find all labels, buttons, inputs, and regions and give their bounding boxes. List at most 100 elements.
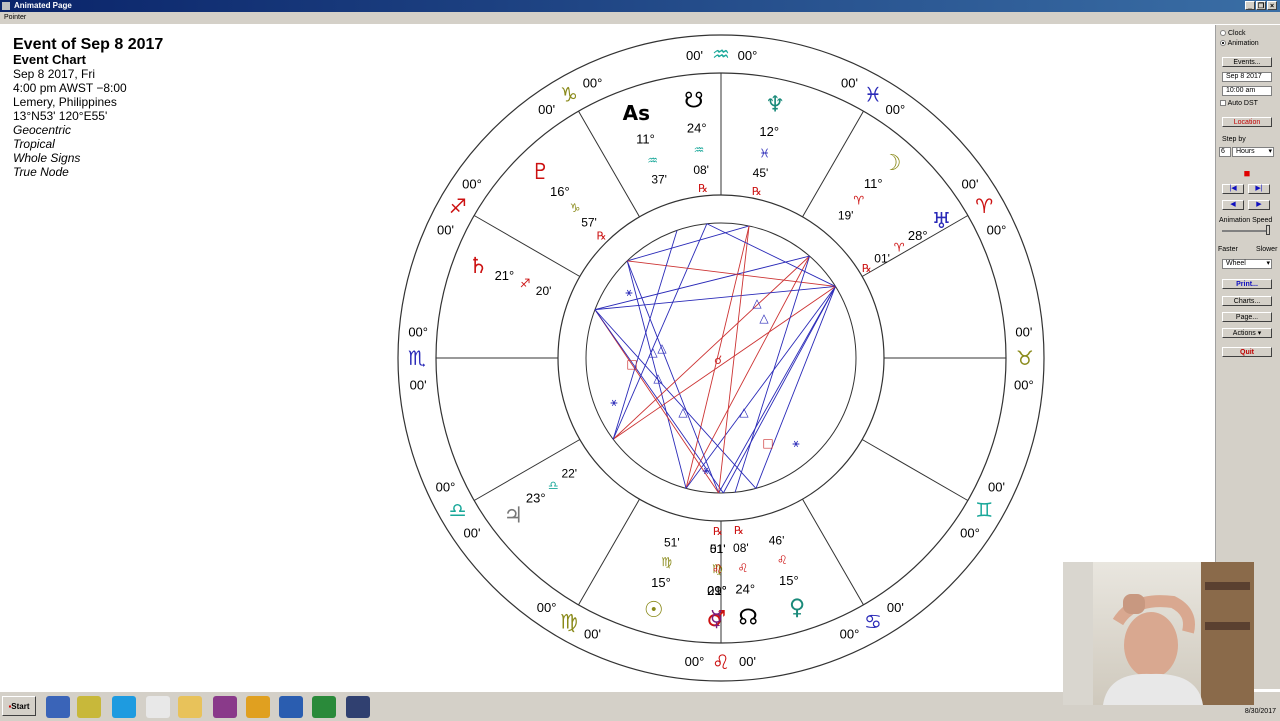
moon-sign: ♈ — [853, 194, 864, 208]
location-button[interactable]: Location — [1222, 117, 1272, 127]
charts-button[interactable]: Charts... — [1222, 296, 1272, 306]
stop-icon[interactable]: ■ — [1236, 169, 1258, 180]
aries-sign: ♈ — [975, 194, 993, 218]
speed-slider-thumb[interactable] — [1266, 225, 1270, 235]
sun-minute: 51' — [664, 536, 680, 550]
save-icon[interactable] — [346, 696, 370, 718]
taurus-sign: ♉ — [1016, 346, 1034, 370]
start-button[interactable]: ▪Start — [2, 696, 36, 716]
saturn-degree: 21° — [495, 268, 515, 283]
webcam-image — [1063, 562, 1254, 705]
folder-icon[interactable] — [178, 696, 202, 718]
close-button[interactable]: × — [1267, 1, 1277, 10]
auto-dst-box[interactable] — [1220, 100, 1226, 107]
faster-label: Faster — [1218, 246, 1238, 253]
cusp-degree-label: 00° — [840, 627, 860, 642]
moon-degree: 11° — [864, 176, 883, 191]
sun-icon: ☉ — [644, 598, 664, 623]
mercury-icon: ☿ — [710, 607, 724, 632]
neptune-degree: 12° — [759, 124, 779, 139]
clock-radio[interactable]: Clock — [1220, 30, 1245, 37]
step-unit-value: Hours — [1236, 148, 1255, 155]
animation-radio[interactable]: Animation — [1220, 40, 1259, 47]
gemini-sign: ♊ — [975, 498, 993, 522]
chevron-down-icon: ▾ — [1266, 260, 1270, 267]
cusp-minute-label: 00' — [988, 479, 1005, 494]
cusp-minute-label: 00' — [437, 223, 454, 238]
mercury-minute: 01' — [710, 542, 726, 556]
clock-radio-dot[interactable] — [1220, 30, 1226, 37]
network-icon[interactable] — [46, 696, 70, 718]
date-field[interactable]: Sep 8 2017 — [1222, 72, 1272, 82]
north-node-retrograde: ℞ — [734, 524, 744, 537]
animation-radio-dot[interactable] — [1220, 40, 1226, 47]
astrology-app-icon[interactable] — [77, 696, 101, 718]
cusp-minute-label: 00' — [464, 525, 481, 540]
view-mode-value: Wheel — [1226, 260, 1246, 267]
cusp-degree-label: 00° — [886, 102, 906, 117]
jupiter-minute: 22' — [561, 466, 577, 480]
events-button[interactable]: Events... — [1222, 57, 1272, 67]
chart-info: Event of Sep 8 2017 Event Chart Sep 8 20… — [13, 36, 163, 179]
time-field[interactable]: 10:00 am — [1222, 86, 1272, 96]
chart-title: Event of Sep 8 2017 — [13, 36, 164, 53]
uranus-sign: ♈ — [894, 241, 905, 255]
excel-icon[interactable] — [312, 696, 336, 718]
pluto-degree: 16° — [550, 184, 570, 199]
app-icon-6[interactable] — [146, 696, 170, 718]
cusp-degree-label: 00° — [960, 525, 980, 540]
speed-slider-track[interactable] — [1222, 230, 1270, 232]
ascendant-degree: 11° — [636, 132, 655, 147]
auto-dst-checkbox[interactable]: Auto DST — [1220, 100, 1258, 107]
saturn-icon: ♄ — [468, 254, 488, 279]
north-node-degree: 24° — [735, 582, 755, 597]
aspect-glyph: △ — [657, 341, 667, 355]
restore-button[interactable]: ❐ — [1256, 1, 1266, 10]
mercury-sign: ♌ — [712, 562, 723, 576]
play-back-button[interactable]: ◀ — [1222, 200, 1244, 210]
chart-date: Sep 8 2017, Fri — [13, 67, 96, 81]
tray-date: 8/30/2017 — [1244, 708, 1276, 715]
south-node-minute: 08' — [693, 163, 709, 177]
skype-icon[interactable] — [112, 696, 136, 718]
paint-icon[interactable] — [213, 696, 237, 718]
step-unit-select[interactable]: Hours ▾ — [1232, 147, 1274, 157]
ascendant-minute: 37' — [651, 172, 667, 186]
pluto-sign: ♑ — [570, 201, 581, 215]
animation-speed-label: Animation Speed — [1219, 217, 1273, 224]
aspect-glyph: △ — [653, 371, 663, 385]
house-cusp-line — [578, 498, 640, 606]
cusp-degree-label: 00° — [1014, 377, 1034, 392]
south-node-retrograde: ℞ — [698, 182, 708, 195]
cancer-sign: ♋ — [864, 609, 882, 633]
ascendant-icon: As — [623, 101, 650, 125]
aspect-glyph: △ — [739, 405, 749, 419]
skip-forward-button[interactable]: ▶| — [1248, 184, 1270, 194]
chart-place: Lemery, Philippines — [13, 95, 117, 109]
skip-back-button[interactable]: |◀ — [1222, 184, 1244, 194]
saturn-sign: ♐ — [520, 277, 531, 291]
minimize-button[interactable]: _ — [1245, 1, 1255, 10]
audio-icon[interactable] — [246, 696, 270, 718]
cusp-degree-label: 00° — [685, 654, 705, 669]
aspect-glyph: △ — [752, 296, 762, 310]
uranus-minute: 01' — [874, 251, 890, 265]
aspect-glyph: ⚹ — [792, 436, 799, 450]
view-mode-select[interactable]: Wheel ▾ — [1222, 259, 1272, 269]
cusp-degree-label: 00° — [738, 48, 758, 63]
step-value-field[interactable]: 6 — [1219, 147, 1231, 157]
uranus-degree: 28° — [908, 228, 928, 243]
jupiter-degree: 23° — [526, 491, 546, 506]
slower-label: Slower — [1256, 246, 1278, 253]
play-forward-button[interactable]: ▶ — [1248, 200, 1270, 210]
cusp-minute-label: 00' — [410, 377, 427, 392]
jupiter-icon: ♃ — [503, 503, 523, 528]
quit-button[interactable]: Quit — [1222, 347, 1272, 357]
print-button[interactable]: Print... — [1222, 279, 1272, 289]
actions-button[interactable]: Actions ▾ — [1222, 328, 1272, 338]
south-node-icon: ☋ — [684, 88, 704, 113]
virgo-sign: ♍ — [560, 609, 578, 633]
page-button[interactable]: Page... — [1222, 312, 1272, 322]
chart-wheel: ♉ 00° 00' ♈ 00° 00' ♓ 00° 00' ♒ 00° 00' ♑ 00° 00' ♐ 00° 0… — [397, 34, 1045, 682]
word-icon[interactable] — [279, 696, 303, 718]
